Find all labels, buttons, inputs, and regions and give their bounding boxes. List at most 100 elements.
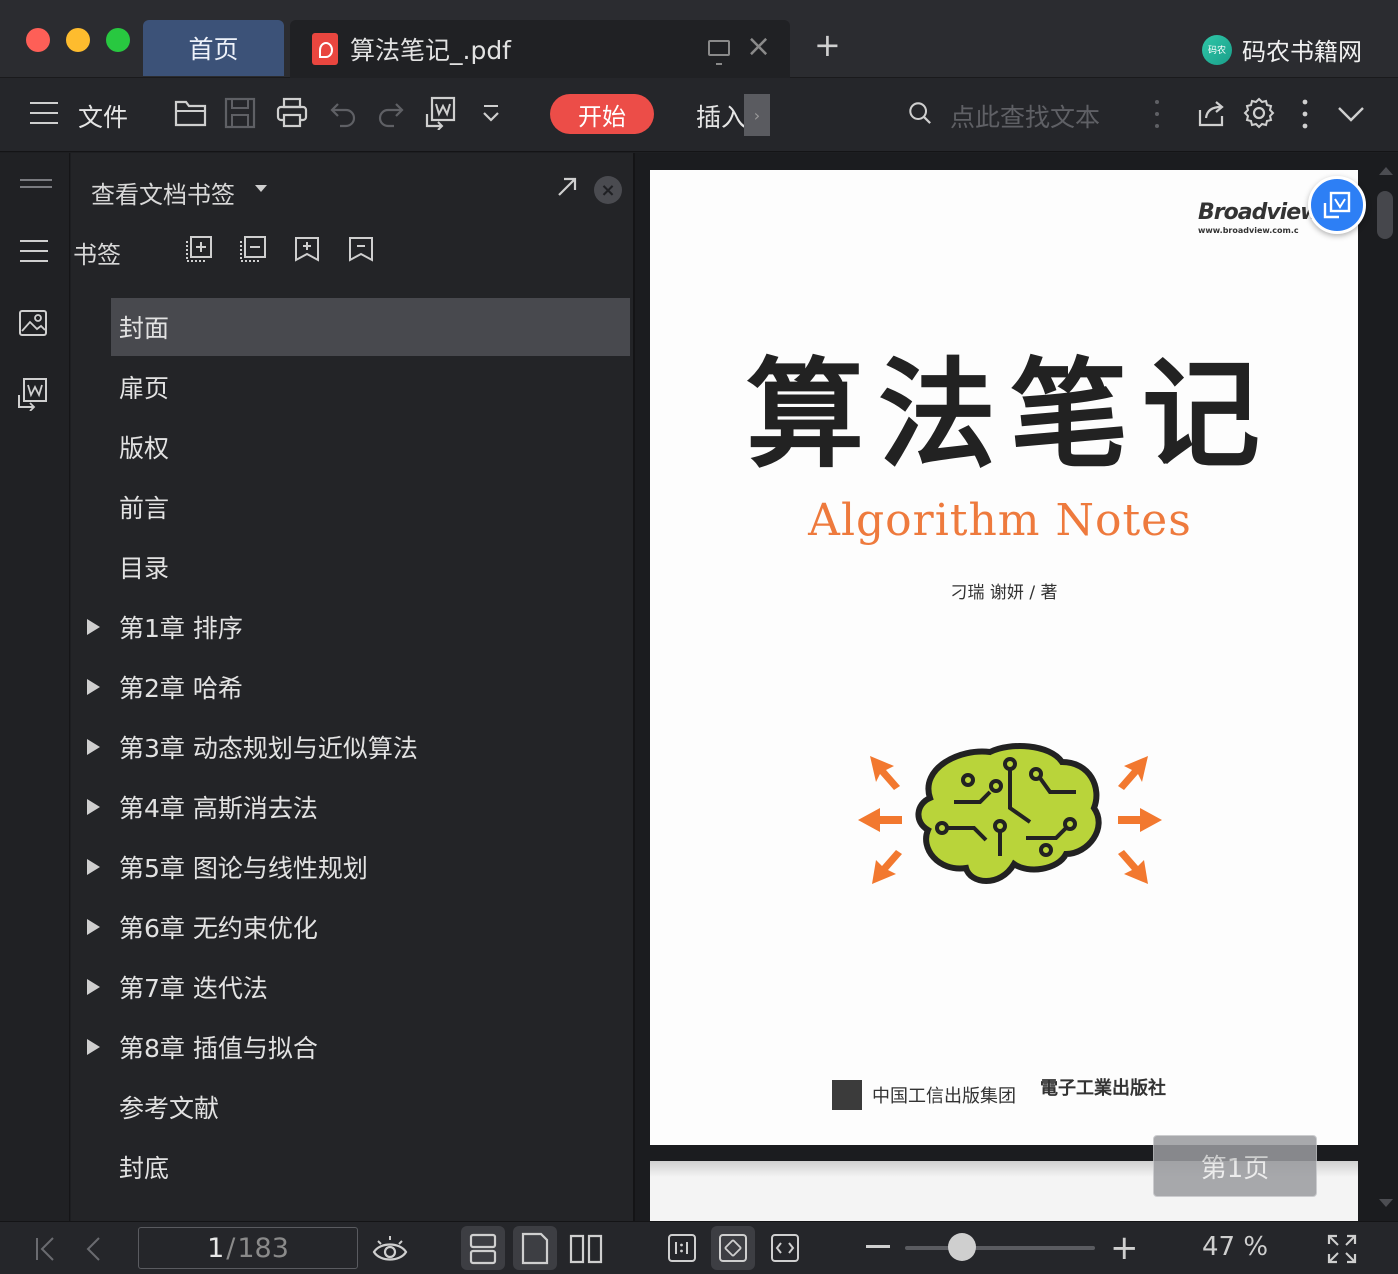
expand-arrow-icon[interactable] (87, 799, 100, 815)
current-page: 1 (207, 1232, 225, 1264)
expand-arrow-icon[interactable] (87, 859, 100, 875)
publisher-group-logo (832, 1080, 862, 1110)
bookmark-item[interactable]: 版权 (111, 418, 630, 476)
bookmark-label: 前言 (119, 494, 170, 523)
expand-arrow-icon[interactable] (87, 1039, 100, 1055)
floating-convert-button[interactable] (1308, 176, 1366, 234)
thumbnail-image-icon[interactable] (18, 309, 48, 337)
expand-arrow-icon[interactable] (87, 979, 100, 995)
publisher-group-name: 中国工信出版集团 (872, 1086, 1016, 1107)
page-number-input[interactable]: 1 / 183 (138, 1227, 358, 1269)
bookmark-item[interactable]: 第4章 高斯消去法 (87, 778, 630, 836)
publisher-house: 電子工業出版社 (1040, 1078, 1166, 1099)
panel-title[interactable]: 查看文档书签 (91, 175, 235, 210)
bookmark-item[interactable]: 扉页 (111, 358, 630, 416)
print-icon[interactable] (276, 97, 308, 129)
close-panel-button[interactable]: × (594, 176, 622, 204)
bookmark-item[interactable]: 第7章 迭代法 (87, 958, 630, 1016)
bookmark-label: 扉页 (119, 374, 170, 403)
zoom-window-button[interactable] (106, 28, 130, 52)
minimize-window-button[interactable] (66, 28, 90, 52)
panel-title-dropdown-icon[interactable] (255, 185, 267, 192)
bookmark-item[interactable]: 前言 (111, 478, 630, 536)
search-icon[interactable] (908, 101, 932, 125)
new-tab-button[interactable]: + (814, 28, 841, 62)
expand-arrow-icon[interactable] (87, 619, 100, 635)
page-number-badge: 第1页 (1153, 1135, 1317, 1197)
main-toolbar: 文件 开始 插入 › 点此查找文本 (0, 78, 1398, 152)
brand-logo: 码农 (1202, 34, 1232, 65)
zoom-out-button[interactable] (866, 1245, 890, 1248)
tab-start[interactable]: 开始 (550, 94, 654, 134)
bookmark-item[interactable]: 封底 (111, 1138, 630, 1196)
previous-page-icon[interactable] (84, 1236, 102, 1262)
expand-arrow-icon[interactable] (87, 919, 100, 935)
bookmark-item[interactable]: 第3章 动态规划与近似算法 (87, 718, 630, 776)
chevron-down-icon[interactable] (480, 104, 502, 124)
tab-insert[interactable]: 插入 (696, 98, 746, 134)
two-page-button[interactable] (565, 1226, 609, 1270)
more-vertical-icon[interactable] (1300, 98, 1310, 130)
redo-icon[interactable] (376, 98, 406, 128)
scrollbar-thumb[interactable] (1377, 191, 1393, 239)
bookmark-item[interactable]: 第8章 插值与拟合 (87, 1018, 630, 1076)
save-icon[interactable] (224, 97, 256, 129)
share-icon[interactable] (1197, 98, 1227, 128)
bookmark-item[interactable]: 第5章 图论与线性规划 (87, 838, 630, 896)
bookmark-item[interactable]: 封面 (111, 298, 630, 356)
bookmark-item[interactable]: 目录 (111, 538, 630, 596)
title-bar: 首页 算法笔记_.pdf × + 码农 码农书籍网 (0, 0, 1398, 78)
bookmark-list-icon[interactable] (20, 239, 48, 263)
bookmark-label: 参考文献 (119, 1094, 220, 1123)
toolbar-scroll-right-icon[interactable]: › (744, 94, 770, 136)
single-page-button[interactable] (513, 1226, 557, 1270)
add-sub-bookmark-icon[interactable] (239, 235, 267, 263)
bookmark-label: 第8章 插值与拟合 (119, 1034, 318, 1063)
open-folder-icon[interactable] (174, 98, 208, 128)
fit-page-button[interactable] (711, 1226, 755, 1270)
continuous-scroll-button[interactable] (461, 1226, 505, 1270)
bookmark-item[interactable]: 第2章 哈希 (87, 658, 630, 716)
scroll-up-arrow-icon[interactable] (1379, 167, 1393, 175)
settings-gear-icon[interactable] (1243, 97, 1275, 129)
pop-out-icon[interactable] (555, 175, 579, 199)
collapse-toolbar-chevron-icon[interactable] (1336, 104, 1366, 124)
zoom-in-button[interactable]: + (1110, 1231, 1139, 1265)
book-title: 算法笔记 (745, 345, 1274, 484)
two-page-icon (569, 1234, 603, 1264)
undo-icon[interactable] (328, 98, 358, 128)
zoom-slider-handle[interactable] (948, 1233, 976, 1261)
file-menu[interactable]: 文件 (78, 98, 128, 134)
search-input[interactable]: 点此查找文本 (950, 98, 1100, 134)
zoom-value[interactable]: 47 % (1202, 1232, 1268, 1262)
convert-icon (1323, 191, 1351, 219)
tab-home[interactable]: 首页 (143, 20, 284, 76)
fullscreen-icon[interactable] (1326, 1233, 1358, 1265)
bookmark-item[interactable]: 第6章 无约束优化 (87, 898, 630, 956)
scroll-down-arrow-icon[interactable] (1379, 1199, 1393, 1207)
bookmark-item[interactable]: 第1章 排序 (87, 598, 630, 656)
bookmark-label: 版权 (119, 434, 170, 463)
document-viewer[interactable]: Broadview www.broadview.com.c 算法笔记 Algor… (635, 153, 1398, 1221)
tab-document[interactable]: 算法笔记_.pdf × (290, 20, 790, 78)
zoom-slider[interactable] (905, 1246, 1095, 1250)
first-page-icon[interactable] (34, 1236, 56, 1262)
menu-icon[interactable] (30, 102, 58, 124)
pdf-file-icon (312, 33, 338, 65)
present-icon[interactable] (708, 40, 730, 65)
collapse-panel-icon[interactable] (20, 177, 52, 191)
reading-mode-eye-icon[interactable] (372, 1234, 408, 1264)
close-tab-icon[interactable]: × (746, 32, 771, 62)
pdf-convert-icon[interactable] (16, 377, 50, 411)
pdf-to-word-icon[interactable] (424, 96, 458, 130)
add-bookmark-icon[interactable] (185, 235, 213, 263)
bookmark-item[interactable]: 参考文献 (111, 1078, 630, 1136)
actual-size-button[interactable] (660, 1226, 704, 1270)
expand-arrow-icon[interactable] (87, 739, 100, 755)
bookmark-label: 第3章 动态规划与近似算法 (119, 734, 418, 763)
close-window-button[interactable] (26, 28, 50, 52)
fit-width-button[interactable] (763, 1226, 807, 1270)
expand-bookmarks-icon[interactable] (293, 235, 321, 263)
collapse-bookmarks-icon[interactable] (347, 235, 375, 263)
expand-arrow-icon[interactable] (87, 679, 100, 695)
